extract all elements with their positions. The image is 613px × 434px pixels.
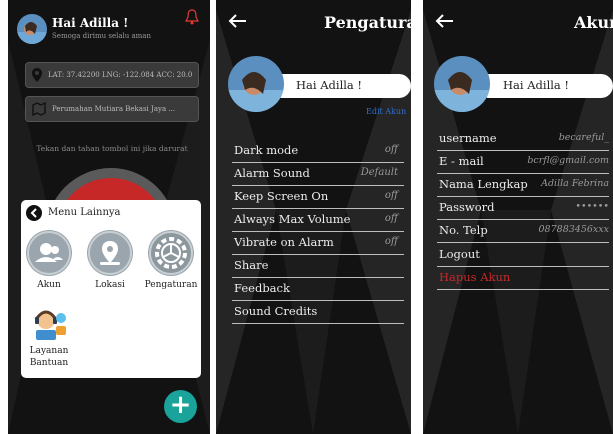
profile-greeting: Hai Adilla ! [296,78,363,92]
account-row-value: bcrfl@gmail.com [527,155,609,166]
account-row-password[interactable]: Password •••••• [437,197,609,220]
map-icon [32,101,46,117]
location-menu-button[interactable] [87,230,133,276]
account-row-label: Nama Lengkap [439,177,528,191]
back-arrow-icon[interactable] [26,205,42,221]
account-row-label: E - mail [439,154,484,168]
user-icon [27,231,71,275]
home-subtitle: Semoga dirimu selalu aman [52,32,151,40]
add-button[interactable]: + [164,390,197,423]
account-row-value: becareful_ [558,132,609,143]
gear-icon [149,231,193,275]
settings-row-value: off [384,144,398,155]
emergency-instruction: Tekan dan tahan tombol ini jika darurat [36,144,188,153]
back-arrow-icon[interactable] [228,12,248,34]
customer-service-icon [35,310,66,340]
account-screen: Akun Hai Adilla ! username becareful_ E … [423,0,613,434]
settings-row-share[interactable]: Share [232,255,404,278]
menu-item-label: Pengaturan [144,280,198,290]
account-row-phone[interactable]: No. Telp 087883456xxx [437,220,609,243]
settings-row-label: Dark mode [234,143,299,157]
home-screen: Hai Adilla ! Semoga dirimu selalu aman L… [8,0,210,434]
account-row-value: 087883456xxx [538,224,609,235]
profile-avatar[interactable] [434,56,490,112]
account-row-email[interactable]: E - mail bcrfl@gmail.com [437,151,609,174]
account-row-label: username [439,131,497,145]
settings-row-keep-screen-on[interactable]: Keep Screen On off [232,186,404,209]
settings-row-label: Always Max Volume [234,212,351,226]
back-arrow-icon[interactable] [435,12,455,34]
menu-card: Menu Lainnya Akun Lokasi Pengaturan Laya… [21,200,201,378]
settings-row-label: Sound Credits [234,304,318,318]
settings-row-value: off [384,236,398,247]
profile-name-pill: Hai Adilla ! [270,74,411,98]
settings-row-label: Alarm Sound [234,166,310,180]
menu-item-label: Lokasi [95,280,125,290]
edit-account-link[interactable]: Edit Akun [366,107,406,116]
account-row-value: •••••• [575,201,609,212]
settings-row-value: off [384,190,398,201]
profile-avatar[interactable] [17,14,47,44]
logout-button[interactable]: Logout [437,244,609,267]
help-label-line2: Bantuan [29,358,69,368]
settings-row-label: Vibrate on Alarm [234,235,334,249]
profile-avatar[interactable] [228,56,284,112]
settings-row-label: Keep Screen On [234,189,329,203]
address-chip[interactable]: Perumahan Mutiara Bekasi Jaya ... [25,96,199,122]
page-title: Akun [574,13,613,32]
account-row-value: Adilla Febrina [541,178,609,189]
settings-row-label: Feedback [234,281,290,295]
settings-row-dark-mode[interactable]: Dark mode off [232,140,404,163]
profile-greeting: Hai Adilla ! [503,78,570,92]
location-coordinates-text: LAT: 37.42200 LNG: -122.084 ACC: 20.0 [48,71,193,79]
address-text: Perumahan Mutiara Bekasi Jaya ... [52,105,176,113]
settings-row-always-max-volume[interactable]: Always Max Volume off [232,209,404,232]
help-service-button[interactable] [32,306,66,340]
settings-row-vibrate-on-alarm[interactable]: Vibrate on Alarm off [232,232,404,255]
account-row-label: Password [439,200,495,214]
location-pin-icon [32,68,42,82]
account-row-label: No. Telp [439,223,488,237]
location-coordinates-chip: LAT: 37.42200 LNG: -122.084 ACC: 20.0 [25,62,199,88]
delete-account-label: Hapus Akun [439,270,511,284]
account-menu-button[interactable] [26,230,72,276]
account-row-full-name[interactable]: Nama Lengkap Adilla Febrina [437,174,609,197]
settings-menu-button[interactable] [148,230,194,276]
home-greeting: Hai Adilla ! [52,16,129,30]
help-label-line1: Layanan [29,346,69,356]
settings-row-sound-credits[interactable]: Sound Credits [232,301,404,324]
settings-row-value: off [384,213,398,224]
menu-item-label: Akun [37,280,61,290]
profile-name-pill: Hai Adilla ! [477,74,613,98]
account-row-username[interactable]: username becareful_ [437,128,609,151]
delete-account-button[interactable]: Hapus Akun [437,267,609,290]
settings-row-label: Share [234,258,269,272]
page-title: Pengaturan [324,13,411,32]
bell-icon[interactable] [185,9,199,25]
logout-label: Logout [439,247,480,261]
menu-title: Menu Lainnya [48,207,121,218]
settings-row-alarm-sound[interactable]: Alarm Sound Default [232,163,404,186]
settings-row-feedback[interactable]: Feedback [232,278,404,301]
settings-row-value: Default [360,167,398,178]
settings-screen: Pengaturan Hai Adilla ! Edit Akun Dark m… [216,0,411,434]
location-pin-icon [88,231,132,275]
